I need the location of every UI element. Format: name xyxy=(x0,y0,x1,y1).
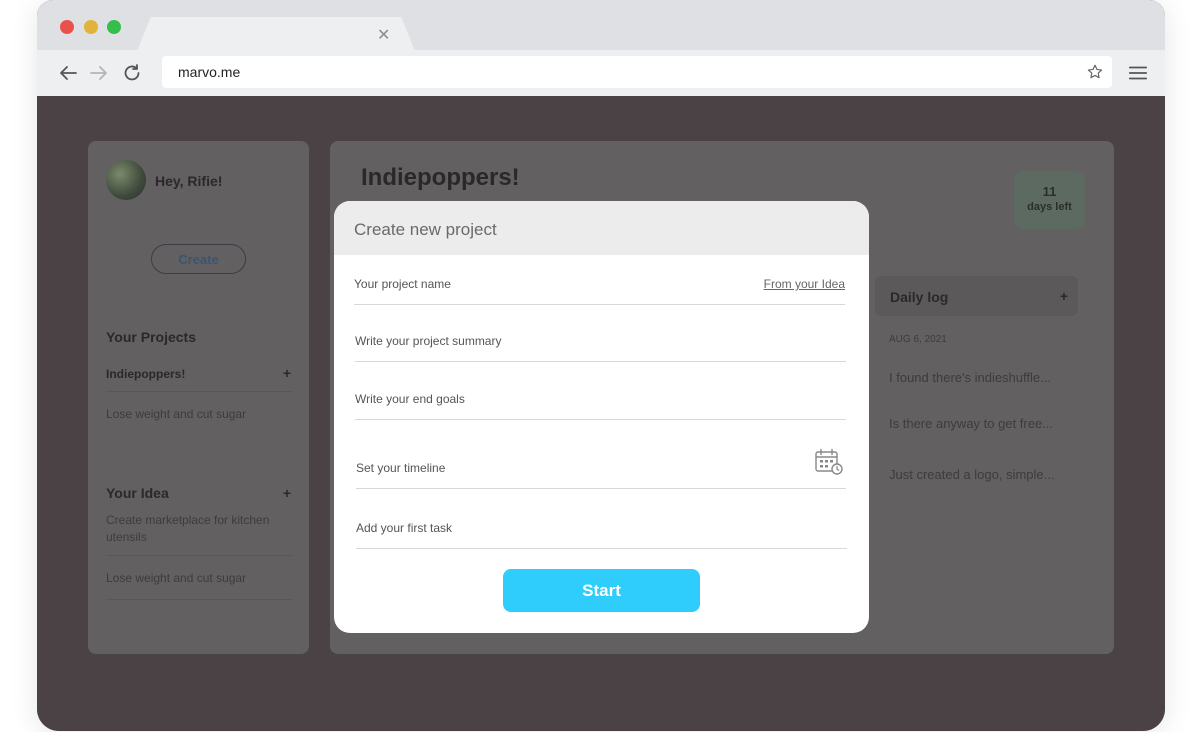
project-summary-field[interactable]: Write your project summary xyxy=(355,332,846,362)
project-summary-placeholder: Write your project summary xyxy=(355,334,502,348)
end-goals-field[interactable]: Write your end goals xyxy=(355,390,846,420)
address-bar[interactable]: marvo.me xyxy=(162,56,1112,88)
browser-toolbar: marvo.me xyxy=(37,50,1165,96)
projects-section-title: Your Projects xyxy=(106,329,196,345)
end-goals-placeholder: Write your end goals xyxy=(355,392,465,406)
days-label: days left xyxy=(1027,201,1072,213)
log-entry[interactable]: Is there anyway to get free... xyxy=(889,416,1053,431)
window-minimize-dot[interactable] xyxy=(84,20,98,34)
url-text: marvo.me xyxy=(178,64,241,80)
log-entry[interactable]: Just created a logo, simple... xyxy=(889,467,1054,482)
days-count: 11 xyxy=(1042,184,1057,199)
back-arrow-icon[interactable] xyxy=(56,61,80,85)
log-date: AUG 6, 2021 xyxy=(889,334,947,345)
plus-icon[interactable]: + xyxy=(1060,288,1068,304)
timeline-placeholder: Set your timeline xyxy=(356,461,446,475)
window-close-dot[interactable] xyxy=(60,20,74,34)
log-entry[interactable]: I found there's indieshuffle... xyxy=(889,370,1051,385)
create-button[interactable]: Create xyxy=(151,244,246,274)
sidebar-item-idea[interactable]: Create marketplace for kitchen utensils xyxy=(106,512,286,546)
star-icon[interactable] xyxy=(1086,63,1104,81)
idea-section-title: Your Idea xyxy=(106,485,169,501)
divider xyxy=(106,391,292,392)
reload-icon[interactable] xyxy=(120,61,144,85)
project-name-field[interactable]: Your project name From your Idea xyxy=(354,275,845,305)
first-task-placeholder: Add your first task xyxy=(356,521,453,535)
browser-window: ✕ marvo.me Hey, Rifie! Create Your Proje… xyxy=(37,0,1165,731)
modal-header: Create new project xyxy=(334,201,869,255)
window-maximize-dot[interactable] xyxy=(107,20,121,34)
sidebar-item-idea[interactable]: Lose weight and cut sugar xyxy=(106,570,286,587)
sidebar-item-project[interactable]: Indiepoppers! xyxy=(106,366,286,383)
avatar[interactable] xyxy=(106,160,146,200)
timeline-field[interactable]: Set your timeline xyxy=(356,448,846,489)
calendar-clock-icon[interactable] xyxy=(814,447,844,477)
plus-icon[interactable]: + xyxy=(283,485,291,501)
daily-log-header: Daily log + xyxy=(875,276,1078,316)
modal-title: Create new project xyxy=(354,220,497,239)
start-button[interactable]: Start xyxy=(503,569,700,612)
first-task-field[interactable]: Add your first task xyxy=(356,519,847,549)
project-name-placeholder: Your project name xyxy=(354,277,451,291)
browser-tab[interactable] xyxy=(137,17,415,51)
create-project-modal: Create new project Your project name Fro… xyxy=(334,201,869,633)
plus-icon[interactable]: + xyxy=(283,365,291,381)
divider xyxy=(106,599,292,600)
forward-arrow-icon[interactable] xyxy=(87,61,111,85)
days-left-badge: 11 days left xyxy=(1014,171,1085,229)
sidebar: Hey, Rifie! Create Your Projects Indiepo… xyxy=(88,141,309,654)
sidebar-item-project[interactable]: Lose weight and cut sugar xyxy=(106,406,286,423)
divider xyxy=(106,555,292,556)
close-icon[interactable]: ✕ xyxy=(377,26,390,44)
title-bar: ✕ xyxy=(37,0,1165,51)
daily-log-title: Daily log xyxy=(890,289,949,305)
page-title: Indiepoppers! xyxy=(361,164,520,191)
greeting-text: Hey, Rifie! xyxy=(155,173,223,189)
hamburger-menu-icon[interactable] xyxy=(1127,62,1149,84)
from-idea-link[interactable]: From your Idea xyxy=(764,277,845,291)
